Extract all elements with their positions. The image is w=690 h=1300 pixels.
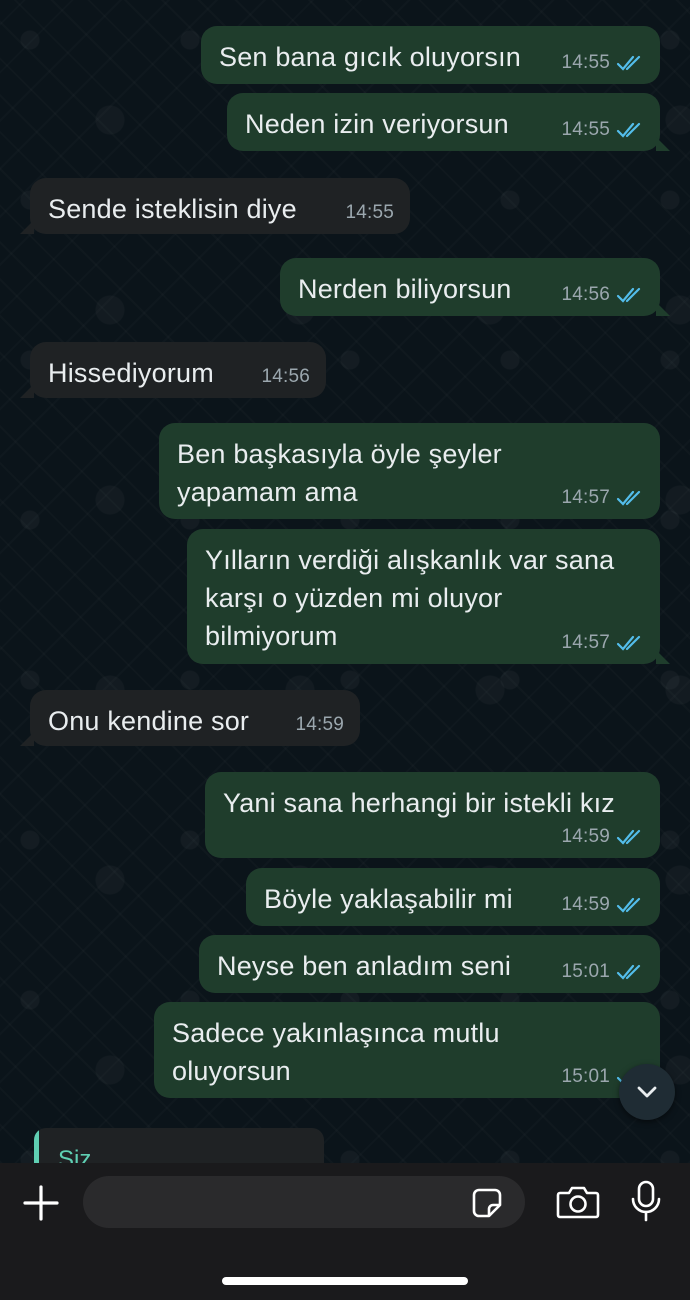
message-outgoing[interactable]: Ben başkasıyla öyle şeyler yapamam ama 1… [159, 423, 660, 519]
double-check-icon [616, 55, 641, 71]
scroll-to-bottom-button[interactable] [619, 1064, 675, 1120]
home-indicator [222, 1277, 468, 1285]
message-time: 14:57 [561, 632, 610, 653]
reply-preview[interactable]: Siz [34, 1128, 324, 1163]
message-time: 14:59 [561, 894, 610, 915]
reply-accent-bar [34, 1128, 39, 1163]
message-outgoing[interactable]: Nerden biliyorsun 14:56 [280, 258, 670, 316]
double-check-icon [616, 490, 641, 506]
message-meta: 14:56 [561, 284, 644, 306]
message-time: 14:55 [561, 52, 610, 73]
message-meta: 14:59 [295, 714, 344, 736]
message-time: 14:55 [345, 202, 394, 223]
message-time: 14:57 [561, 487, 610, 508]
message-outgoing[interactable]: Neden izin veriyorsun 14:55 [227, 93, 670, 151]
message-incoming[interactable]: Hissediyorum 14:56 [20, 342, 326, 398]
camera-icon[interactable] [556, 1184, 600, 1220]
message-time: 14:56 [561, 284, 610, 305]
message-outgoing[interactable]: Sadece yakınlaşınca mutlu oluyorsun 15:0… [154, 1002, 670, 1098]
message-outgoing[interactable]: Sen bana gıcık oluyorsın 14:55 [201, 26, 660, 84]
sticker-icon[interactable] [471, 1187, 503, 1219]
message-time: 14:59 [561, 826, 610, 847]
message-outgoing[interactable]: Yılların verdiği alışkanlık var sana kar… [187, 529, 670, 664]
message-incoming[interactable]: Onu kendine sor 14:59 [20, 690, 360, 746]
message-outgoing[interactable]: Yani sana herhangi bir istekli kız 14:59 [205, 772, 660, 858]
chevron-down-icon [637, 1086, 657, 1098]
message-meta: 14:59 [561, 826, 644, 848]
message-outgoing[interactable]: Neyse ben anladım seni 15:01 [199, 935, 660, 993]
message-meta: 14:56 [261, 366, 310, 388]
double-check-icon [616, 122, 641, 138]
microphone-icon[interactable] [630, 1180, 662, 1222]
message-time: 14:59 [295, 714, 344, 735]
message-meta: 15:01 [561, 961, 644, 983]
message-text: Sende isteklisin diye [48, 194, 297, 224]
double-check-icon [616, 829, 641, 845]
double-check-icon [616, 964, 641, 980]
double-check-icon [616, 287, 641, 303]
message-time: 15:01 [561, 1066, 610, 1087]
message-meta: 14:55 [561, 52, 644, 74]
double-check-icon [616, 897, 641, 913]
message-outgoing[interactable]: Böyle yaklaşabilir mi 14:59 [246, 868, 660, 926]
chat-area[interactable]: Sen bana gıcık oluyorsın 14:55 Neden izi… [0, 0, 690, 1163]
message-time: 15:01 [561, 961, 610, 982]
message-time: 14:55 [561, 119, 610, 140]
message-meta: 14:55 [561, 119, 644, 141]
double-check-icon [616, 635, 641, 651]
message-incoming[interactable]: Sende isteklisin diye 14:55 [20, 178, 410, 234]
message-time: 14:56 [261, 366, 310, 387]
plus-icon[interactable] [22, 1184, 60, 1222]
message-meta: 14:59 [561, 894, 644, 916]
message-meta: 14:57 [561, 487, 644, 509]
message-meta: 14:57 [561, 632, 644, 654]
message-meta: 14:55 [345, 202, 394, 224]
reply-sender-name: Siz [58, 1146, 92, 1163]
message-text: Yani sana herhangi bir istekli kız [223, 788, 615, 818]
message-input[interactable] [83, 1176, 525, 1228]
